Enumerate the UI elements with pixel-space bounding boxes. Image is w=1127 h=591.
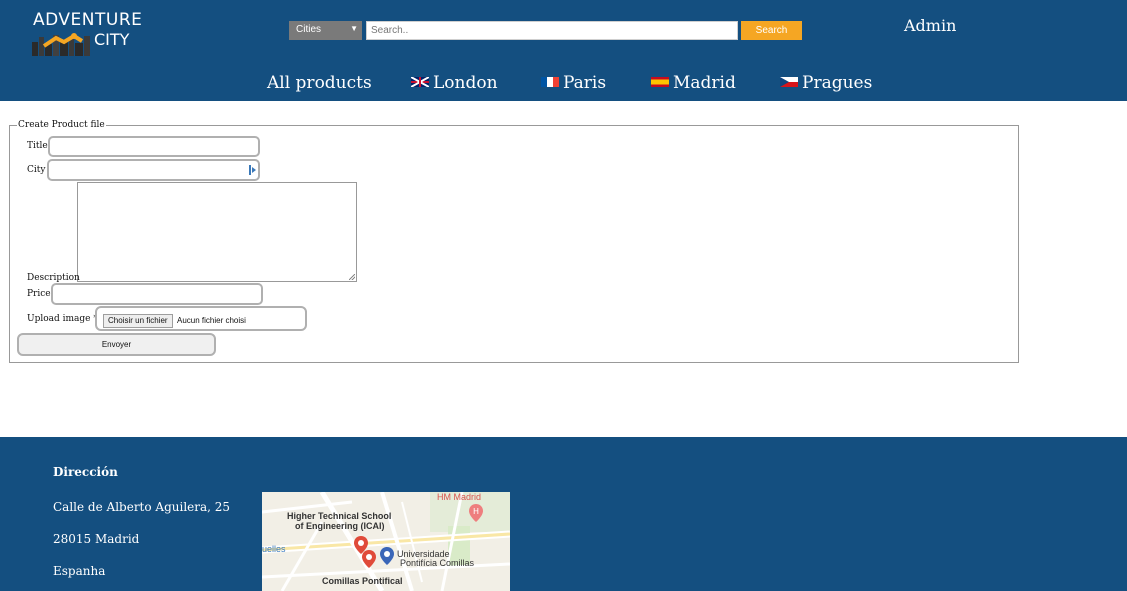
map-label: Pontifícia Comillas bbox=[400, 558, 475, 568]
title-label: Title bbox=[27, 141, 48, 151]
nav-label: Pragues bbox=[802, 73, 873, 93]
search-button[interactable]: Search bbox=[741, 21, 802, 40]
nav-all-products[interactable]: All products bbox=[267, 73, 372, 93]
user-name[interactable]: Admin bbox=[904, 16, 956, 35]
school-pin-icon bbox=[362, 550, 376, 568]
nav-label: Madrid bbox=[673, 73, 736, 93]
footer bbox=[0, 437, 1127, 591]
choose-file-button[interactable]: Choisir un fichier bbox=[103, 314, 173, 328]
image-file-input[interactable]: Choisir un fichier Aucun fichier choisi bbox=[95, 306, 307, 331]
form-legend: Create Product file bbox=[17, 120, 106, 130]
footer-address-city: 28015 Madrid bbox=[53, 532, 140, 546]
title-input[interactable] bbox=[48, 136, 260, 157]
city-input[interactable] bbox=[47, 159, 260, 181]
map-label: Comillas Pontifical bbox=[322, 576, 403, 586]
footer-address-street: Calle de Alberto Aguilera, 25 bbox=[53, 500, 231, 514]
city-label: City bbox=[27, 165, 46, 175]
submit-button[interactable]: Envoyer bbox=[17, 333, 216, 356]
city-select[interactable]: Cities ▼ bbox=[289, 21, 362, 40]
resize-handle-icon[interactable] bbox=[349, 274, 355, 280]
description-label: Description bbox=[27, 273, 80, 283]
nav-label: All products bbox=[267, 73, 372, 93]
france-flag-icon bbox=[541, 76, 559, 87]
nav-madrid[interactable]: Madrid bbox=[651, 73, 736, 93]
nav-paris[interactable]: Paris bbox=[541, 73, 606, 93]
map-label: of Engineering (ICAI) bbox=[295, 521, 385, 531]
city-skyline-icon bbox=[32, 33, 90, 56]
search-input[interactable] bbox=[366, 21, 738, 40]
city-select-value: Cities bbox=[296, 24, 322, 35]
map-label: uelles bbox=[262, 544, 286, 554]
logo-title: ADVENTURE bbox=[33, 10, 143, 30]
nav-london[interactable]: London bbox=[411, 73, 498, 93]
uk-flag-icon bbox=[411, 76, 429, 87]
location-map[interactable]: HM Madrid H Higher Technical School of E… bbox=[262, 492, 510, 591]
upload-label: Upload image * bbox=[27, 314, 98, 324]
czech-flag-icon bbox=[780, 76, 798, 87]
map-label: Higher Technical School bbox=[287, 511, 392, 521]
hospital-pin-icon: H bbox=[469, 504, 483, 522]
spain-flag-icon bbox=[651, 76, 669, 87]
nav-label: Paris bbox=[563, 73, 607, 93]
price-label: Price bbox=[27, 289, 51, 299]
svg-text:H: H bbox=[473, 507, 479, 516]
autofill-icon[interactable] bbox=[249, 165, 257, 175]
price-input[interactable] bbox=[51, 283, 263, 305]
map-label: HM Madrid bbox=[437, 492, 482, 502]
footer-heading: Dirección bbox=[53, 465, 118, 479]
top-header: ADVENTURE CITY Cities ▼ Search Admin All… bbox=[0, 0, 1127, 101]
university-pin-icon bbox=[380, 547, 394, 565]
file-status: Aucun fichier choisi bbox=[177, 316, 246, 325]
chevron-down-icon: ▼ bbox=[350, 24, 358, 33]
site-logo[interactable]: ADVENTURE CITY bbox=[28, 10, 148, 60]
logo-subtitle: CITY bbox=[94, 30, 130, 49]
description-textarea[interactable] bbox=[77, 182, 357, 282]
nav-label: London bbox=[433, 73, 498, 93]
nav-pragues[interactable]: Pragues bbox=[780, 73, 872, 93]
footer-address-country: Espanha bbox=[53, 564, 106, 578]
